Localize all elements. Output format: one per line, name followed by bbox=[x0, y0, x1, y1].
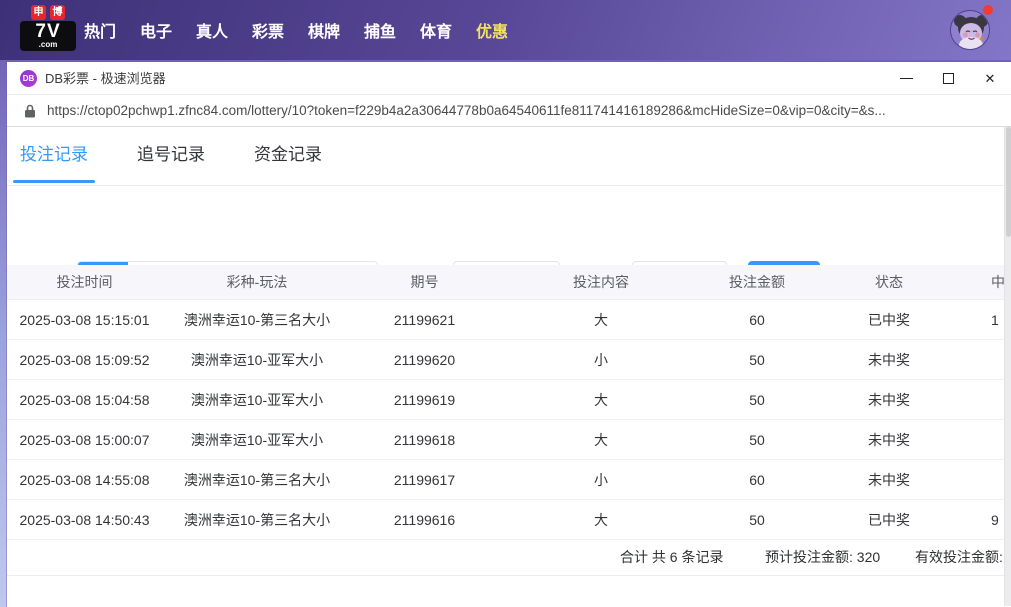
lock-icon bbox=[24, 104, 36, 123]
screen: 申 博 7V .com 热门 电子 真人 彩票 棋牌 捕鱼 体育 优惠 DB D… bbox=[0, 0, 1011, 607]
cell-game-play: 澳洲幸运10-亚军大小 bbox=[190, 352, 324, 368]
table-summary: 合计 共 6 条记录 预计投注金额: 320 有效投注金额: bbox=[7, 540, 1004, 576]
cell-status: 未中奖 bbox=[868, 472, 910, 488]
nav-item-hot[interactable]: 热门 bbox=[84, 18, 116, 42]
cell-bet-time: 2025-03-08 15:15:01 bbox=[19, 312, 150, 328]
page-content: 投注记录 追号记录 资金记录 查询时间 : 今天 昨天 前天 近7天 近20天(… bbox=[7, 127, 1011, 606]
cell-status: 未中奖 bbox=[868, 432, 910, 448]
cell-game-play: 澳洲幸运10-亚军大小 bbox=[190, 392, 324, 408]
cell-status: 已中奖 bbox=[868, 312, 910, 328]
header-status: 状态 bbox=[875, 274, 903, 290]
close-icon: ✕ bbox=[984, 70, 996, 86]
cell-status: 未中奖 bbox=[868, 352, 910, 368]
browser-favicon: DB bbox=[20, 70, 37, 87]
cell-bet-amount: 50 bbox=[749, 352, 765, 368]
cell-status: 已中奖 bbox=[868, 512, 910, 528]
address-input[interactable]: https://ctop02pchwp1.zfnc84.com/lottery/… bbox=[47, 95, 1005, 126]
minimize-icon bbox=[899, 78, 913, 79]
cell-bet-content: 大 bbox=[594, 312, 608, 328]
cell-issue: 21199618 bbox=[393, 432, 456, 448]
cell-issue: 21199617 bbox=[393, 472, 456, 488]
nav-item-fishing[interactable]: 捕鱼 bbox=[364, 18, 396, 42]
cell-bet-time: 2025-03-08 15:09:52 bbox=[19, 352, 150, 368]
site-topbar: 申 博 7V .com 热门 电子 真人 彩票 棋牌 捕鱼 体育 优惠 bbox=[0, 0, 1011, 60]
avatar-cartoon-icon bbox=[951, 11, 989, 49]
cell-issue: 21199616 bbox=[393, 512, 456, 528]
cell-game-play: 澳洲幸运10-第三名大小 bbox=[183, 312, 331, 328]
user-avatar[interactable] bbox=[950, 5, 993, 50]
nav-item-live[interactable]: 真人 bbox=[196, 18, 228, 42]
nav-item-lottery[interactable]: 彩票 bbox=[252, 18, 284, 42]
table-row: 2025-03-08 15:09:52 澳洲幸运10-亚军大小 21199620… bbox=[7, 340, 1011, 380]
cell-issue: 21199621 bbox=[393, 312, 456, 328]
cell-issue: 21199619 bbox=[393, 392, 456, 408]
cell-bet-amount: 50 bbox=[749, 432, 765, 448]
record-tabs: 投注记录 追号记录 资金记录 bbox=[7, 127, 1004, 186]
nav-item-chess[interactable]: 棋牌 bbox=[308, 18, 340, 42]
logo-badge-1: 申 bbox=[31, 5, 46, 20]
cell-bet-amount: 60 bbox=[749, 472, 765, 488]
logo-main: 7V .com bbox=[20, 21, 76, 51]
browser-urlbar: https://ctop02pchwp1.zfnc84.com/lottery/… bbox=[7, 95, 1011, 127]
header-bet-content: 投注内容 bbox=[573, 274, 629, 290]
tab-chase-records[interactable]: 追号记录 bbox=[135, 127, 207, 186]
window-controls: ✕ bbox=[885, 62, 1011, 95]
summary-expected-amount: 预计投注金额: 320 bbox=[765, 549, 881, 565]
cell-bet-content: 大 bbox=[594, 512, 608, 528]
cell-bet-amount: 50 bbox=[749, 392, 765, 408]
logo-suffix: .com bbox=[38, 40, 58, 49]
window-title: DB彩票 - 极速浏览器 bbox=[45, 71, 166, 86]
table-row: 2025-03-08 15:00:07 澳洲幸运10-亚军大小 21199618… bbox=[7, 420, 1011, 460]
cell-bet-time: 2025-03-08 15:04:58 bbox=[19, 392, 150, 408]
minimize-button[interactable] bbox=[885, 62, 927, 95]
header-game-play: 彩种-玩法 bbox=[226, 274, 288, 290]
cell-bet-time: 2025-03-08 14:50:43 bbox=[19, 512, 150, 528]
logo-brand: 7V bbox=[35, 21, 61, 42]
cell-bet-content: 小 bbox=[594, 352, 608, 368]
cell-bet-content: 小 bbox=[594, 472, 608, 488]
tab-fund-records[interactable]: 资金记录 bbox=[252, 127, 324, 186]
browser-window: DB DB彩票 - 极速浏览器 ✕ https://ctop02pchwp1.z… bbox=[7, 62, 1011, 607]
cell-game-play: 澳洲幸运10-第三名大小 bbox=[183, 512, 331, 528]
cell-status: 未中奖 bbox=[868, 392, 910, 408]
header-issue: 期号 bbox=[410, 274, 439, 290]
header-bet-time: 投注时间 bbox=[56, 274, 113, 290]
close-button[interactable]: ✕ bbox=[969, 62, 1011, 95]
maximize-button[interactable] bbox=[927, 62, 969, 95]
nav-item-sports[interactable]: 体育 bbox=[420, 18, 452, 42]
vertical-scrollbar[interactable] bbox=[1004, 127, 1011, 606]
notification-dot bbox=[983, 5, 993, 15]
window-titlebar[interactable]: DB DB彩票 - 极速浏览器 ✕ bbox=[7, 62, 1011, 95]
site-nav: 热门 电子 真人 彩票 棋牌 捕鱼 体育 优惠 bbox=[84, 0, 508, 60]
scrollbar-thumb[interactable] bbox=[1006, 127, 1011, 237]
table-row: 2025-03-08 15:04:58 澳洲幸运10-亚军大小 21199619… bbox=[7, 380, 1011, 420]
cell-game-play: 澳洲幸运10-亚军大小 bbox=[190, 432, 324, 448]
cell-bet-content: 大 bbox=[594, 392, 608, 408]
cell-bet-time: 2025-03-08 15:00:07 bbox=[19, 432, 150, 448]
cell-bet-time: 2025-03-08 14:55:08 bbox=[19, 472, 150, 488]
table-header-row: 投注时间 彩种-玩法 期号 投注内容 投注金额 状态 中奖金额 bbox=[7, 265, 1011, 300]
logo-badge-2: 博 bbox=[50, 5, 65, 20]
summary-valid-amount: 有效投注金额: bbox=[915, 549, 1003, 565]
nav-item-promo[interactable]: 优惠 bbox=[476, 18, 508, 42]
cell-bet-content: 大 bbox=[594, 432, 608, 448]
maximize-icon bbox=[942, 73, 954, 84]
avatar-image bbox=[950, 10, 990, 50]
table-row: 2025-03-08 15:15:01 澳洲幸运10-第三名大小 2119962… bbox=[7, 300, 1011, 340]
cell-bet-amount: 60 bbox=[749, 312, 765, 328]
site-logo[interactable]: 申 博 7V .com bbox=[20, 5, 76, 51]
cell-bet-amount: 50 bbox=[749, 512, 765, 528]
bet-records-table: 投注时间 彩种-玩法 期号 投注内容 投注金额 状态 中奖金额 2025-03-… bbox=[7, 265, 1011, 540]
cell-issue: 21199620 bbox=[393, 352, 456, 368]
filter-bar: 查询时间 : 今天 昨天 前天 近7天 近20天(低频) 彩种 : 澳洲幸运10… bbox=[7, 186, 1004, 324]
summary-total-count: 合计 共 6 条记录 bbox=[620, 549, 724, 565]
cell-game-play: 澳洲幸运10-第三名大小 bbox=[183, 472, 331, 488]
tab-bet-records[interactable]: 投注记录 bbox=[13, 127, 95, 186]
nav-item-slots[interactable]: 电子 bbox=[140, 18, 172, 42]
table-row: 2025-03-08 14:55:08 澳洲幸运10-第三名大小 2119961… bbox=[7, 460, 1011, 500]
header-bet-amount: 投注金额 bbox=[729, 274, 785, 290]
table-row: 2025-03-08 14:50:43 澳洲幸运10-第三名大小 2119961… bbox=[7, 500, 1011, 540]
logo-badges: 申 博 bbox=[20, 5, 76, 20]
